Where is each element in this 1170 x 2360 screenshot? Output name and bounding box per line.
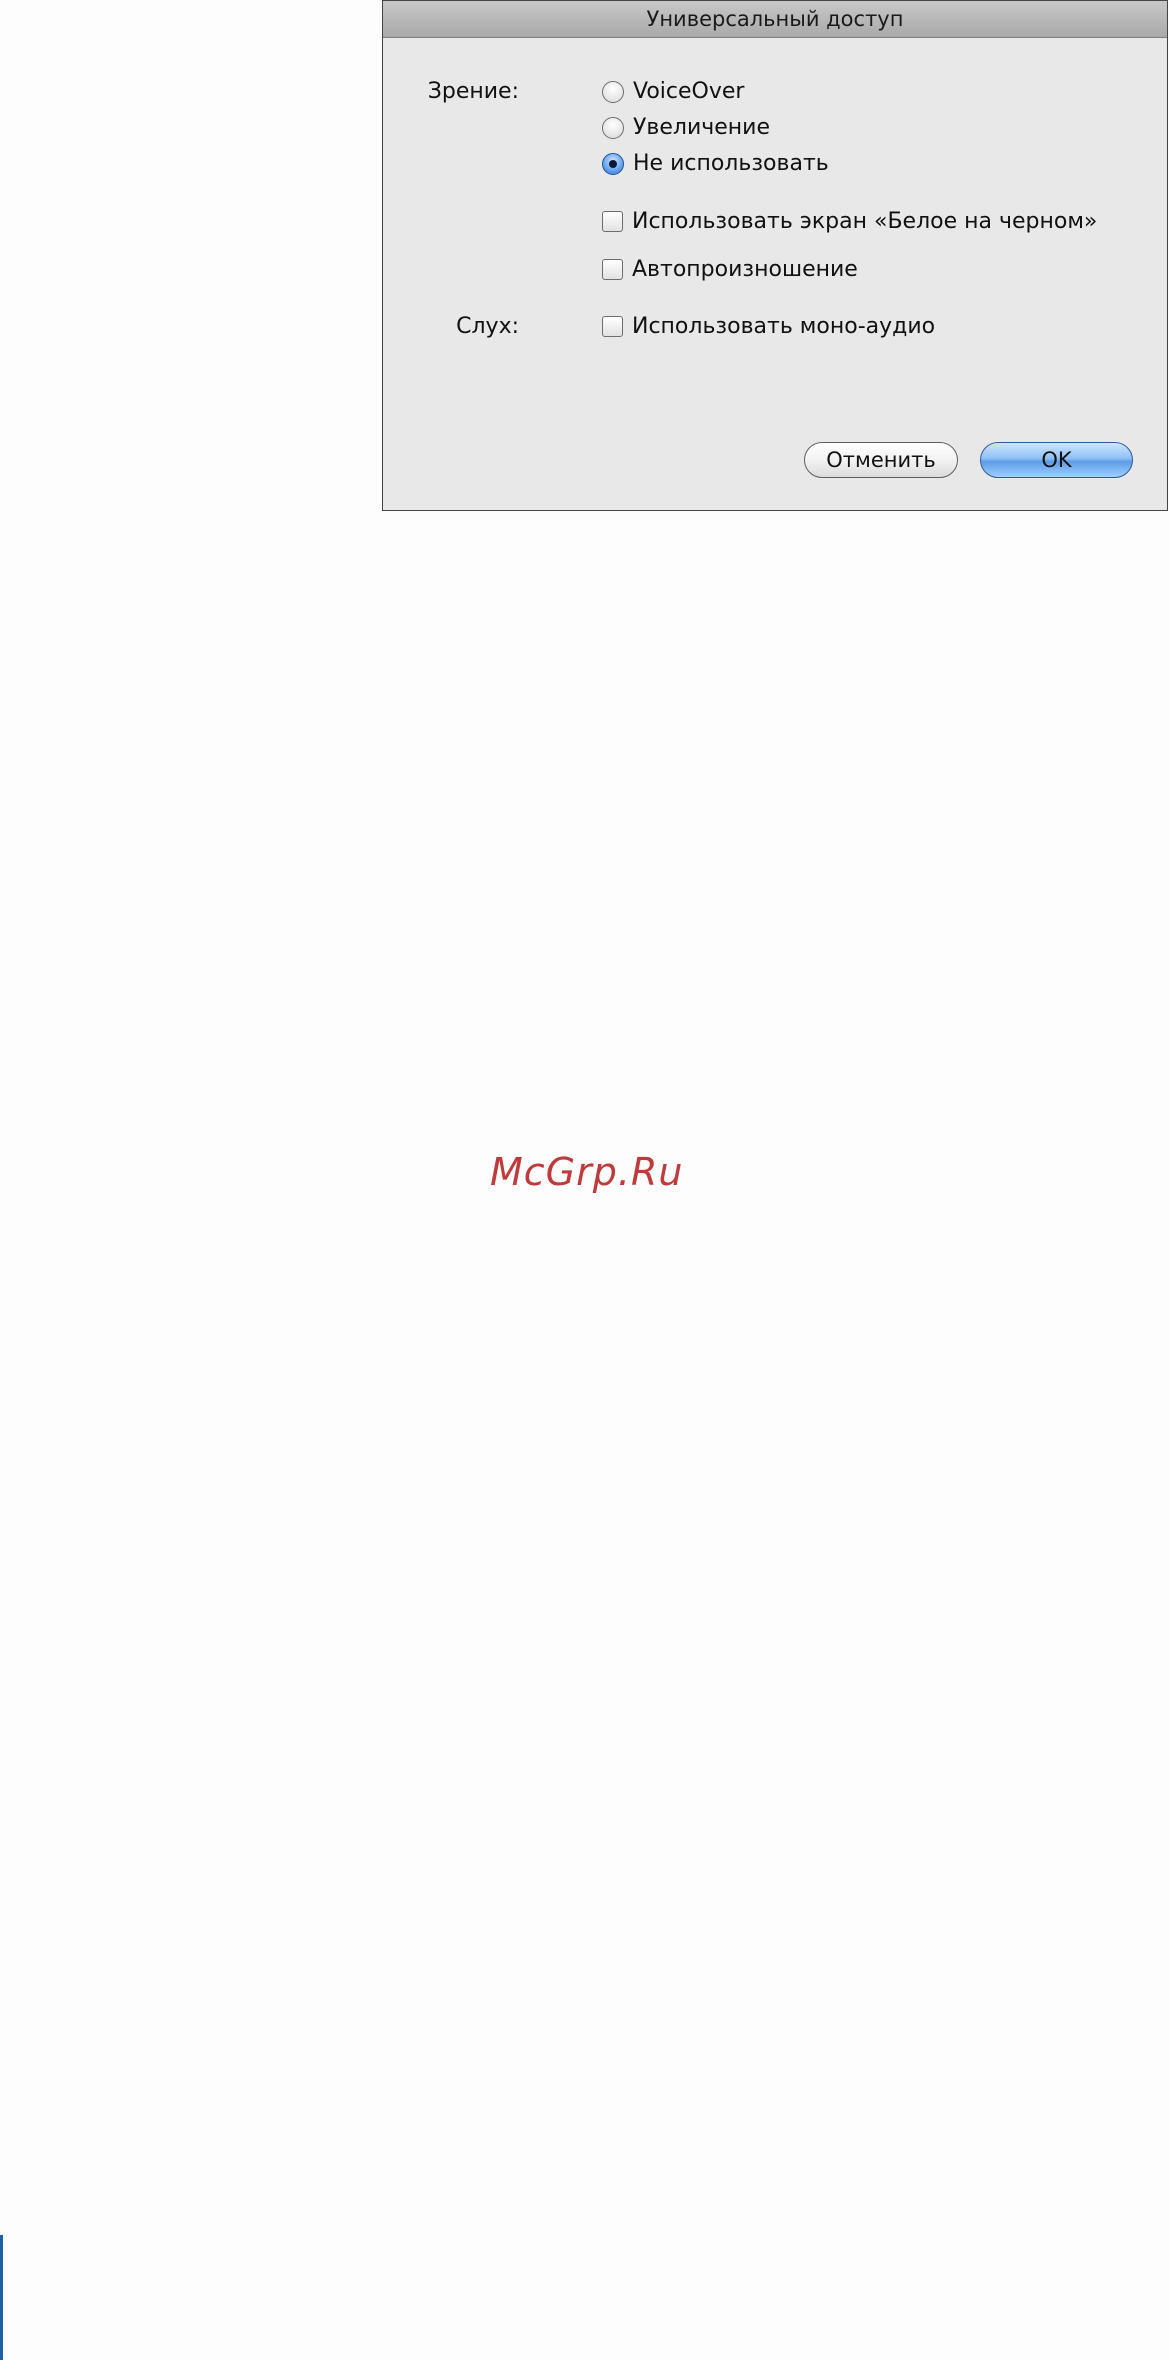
checkbox-auto-speak[interactable]: Автопроизношение [602,257,858,282]
checkbox-mono-audio-label: Использовать моно-аудио [632,314,936,339]
vision-label: Зрение: [427,79,519,104]
cancel-button-label: Отменить [826,448,936,472]
radio-zoom[interactable]: Увеличение [602,115,770,140]
hearing-label: Слух: [456,314,519,339]
ok-button-label: OK [1041,448,1072,472]
radio-none-label: Не использовать [633,151,829,176]
checkbox-white-on-black[interactable]: Использовать экран «Белое на черном» [602,209,1097,234]
radio-button-icon[interactable] [602,116,624,139]
radio-button-selected-icon[interactable] [602,152,624,175]
checkbox-mono-audio[interactable]: Использовать моно-аудио [602,314,935,339]
cancel-button[interactable]: Отменить [804,442,958,478]
checkbox-white-on-black-label: Использовать экран «Белое на черном» [632,209,1098,234]
radio-button-icon[interactable] [602,80,624,103]
dialog-titlebar: Универсальный доступ [383,1,1167,38]
checkbox-icon[interactable] [602,211,623,232]
accessibility-dialog: Универсальный доступ Зрение: VoiceOver У… [382,0,1168,511]
checkbox-auto-speak-label: Автопроизношение [632,257,858,282]
radio-voiceover[interactable]: VoiceOver [602,79,744,104]
radio-none[interactable]: Не использовать [602,151,829,176]
ok-button[interactable]: OK [980,442,1133,478]
radio-zoom-label: Увеличение [633,115,771,140]
page-edge-rule [0,2235,3,2360]
checkbox-icon[interactable] [602,316,623,337]
page: Универсальный доступ Зрение: VoiceOver У… [0,0,1170,2360]
watermark: McGrp.Ru [490,1150,684,1194]
dialog-title: Универсальный доступ [646,7,904,31]
radio-voiceover-label: VoiceOver [633,79,745,104]
checkbox-icon[interactable] [602,259,623,280]
